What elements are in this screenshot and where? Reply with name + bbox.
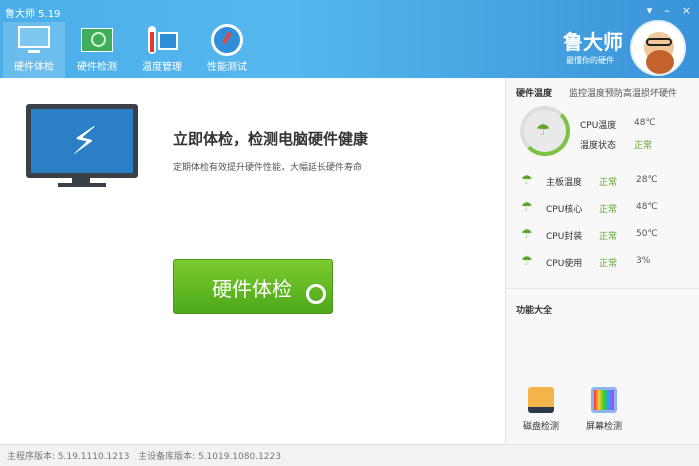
temp-status-label: 温度状态 <box>580 141 617 151</box>
window-controls: ▾ – × <box>647 4 691 17</box>
db-version: 主设备库版本: 5.1019.1080.1223 <box>138 452 281 462</box>
thermometer-icon <box>144 24 180 56</box>
functions-title: 功能大全 <box>516 306 553 316</box>
temp-row: ☂ CPU使用 正常 3% <box>521 254 651 269</box>
temperature-subtitle: 监控温度预防高温损坏硬件 <box>569 89 678 99</box>
headline: 立即体检，检测电脑硬件健康 <box>173 130 369 148</box>
umbrella-icon: ☂ <box>521 200 533 215</box>
graphics-card-icon <box>79 24 115 56</box>
umbrella-icon: ☂ <box>521 254 533 269</box>
speedometer-icon <box>209 24 245 56</box>
temperature-gauge: ☂ <box>520 106 570 156</box>
tab-performance[interactable]: 性能测试 <box>196 22 258 78</box>
tab-hardware-check[interactable]: 硬件体检 <box>3 22 65 78</box>
tab-temperature[interactable]: 温度管理 <box>131 22 193 78</box>
hardware-check-button[interactable]: 硬件体检 <box>173 259 333 314</box>
menu-icon[interactable]: ▾ <box>647 4 653 17</box>
monitor-icon <box>16 24 52 56</box>
minimize-button[interactable]: – <box>664 4 670 17</box>
temp-row: ☂ 主板温度 正常 28℃ <box>521 173 658 188</box>
lightning-icon: ⚡ <box>71 119 98 163</box>
disk-icon <box>528 387 554 413</box>
cpu-temp-value: 48℃ <box>634 118 656 128</box>
umbrella-icon: ☂ <box>536 120 551 139</box>
cpu-temp-label: CPU温度 <box>580 121 617 131</box>
app-title: 鲁大师 5.19 <box>5 9 61 20</box>
brand-name: 鲁大师 <box>563 30 623 54</box>
screen-check-button[interactable]: 屏幕检测 <box>584 387 624 432</box>
umbrella-icon: ☂ <box>521 173 533 188</box>
header: 鲁大师 5.19 ▾ – × 硬件体检 硬件检测 温度管理 性能测试 鲁大师 最… <box>0 0 699 78</box>
disk-check-button[interactable]: 磁盘检测 <box>521 387 561 432</box>
screen-icon <box>591 387 617 413</box>
monitor-base <box>58 183 106 187</box>
umbrella-icon: ☂ <box>521 227 533 242</box>
tab-hardware-detect[interactable]: 硬件检测 <box>66 22 128 78</box>
computer-illustration: ⚡ <box>26 104 138 178</box>
temp-status-value: 正常 <box>634 141 653 151</box>
temperature-title: 硬件温度 <box>516 89 553 99</box>
status-bar: 主程序版本: 5.19.1110.1213 主设备库版本: 5.1019.108… <box>0 444 699 466</box>
search-icon <box>306 284 326 304</box>
temp-row: ☂ CPU封装 正常 50℃ <box>521 227 658 242</box>
temp-row: ☂ CPU核心 正常 48℃ <box>521 200 658 215</box>
divider <box>506 288 699 289</box>
close-button[interactable]: × <box>682 4 691 17</box>
right-panel: 硬件温度 监控温度预防高温损坏硬件 ☂ CPU温度 48℃ 温度状态 正常 ☂ 主… <box>505 78 699 444</box>
subtitle: 定期体检有效提升硬件性能，大幅延长硬件寿命 <box>173 163 363 173</box>
avatar[interactable] <box>630 20 686 76</box>
brand-slogan: 最懂你的硬件 <box>566 56 614 65</box>
main-version: 主程序版本: 5.19.1110.1213 <box>7 452 130 462</box>
